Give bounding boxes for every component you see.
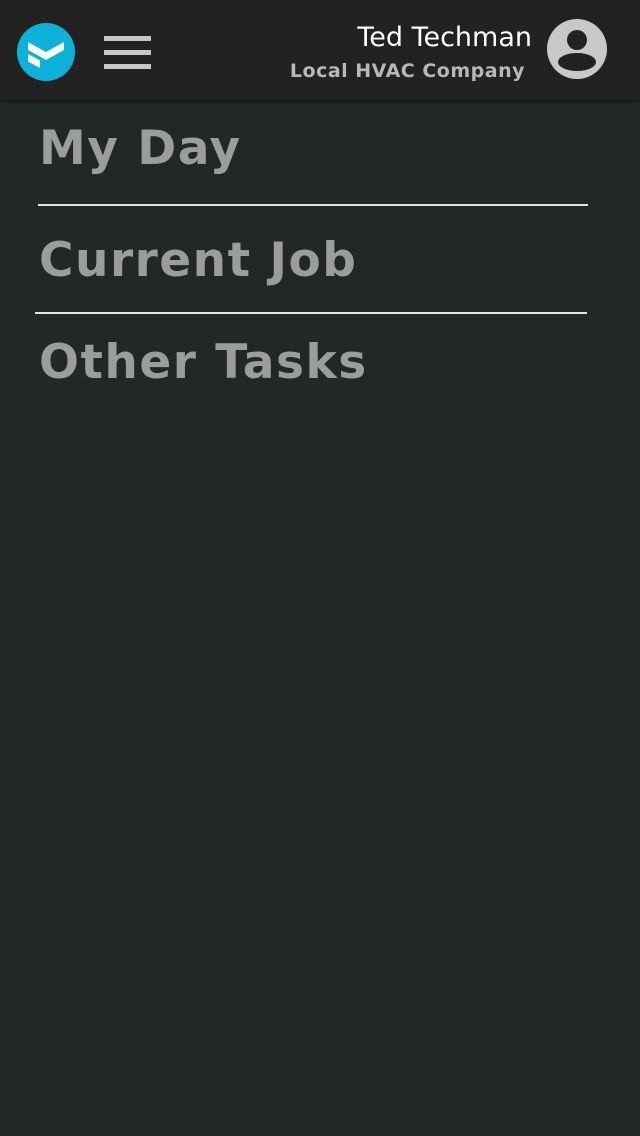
user-name: Ted Techman — [357, 22, 532, 53]
nav-item-my-day[interactable]: My Day — [39, 119, 242, 179]
brand-logo-icon[interactable] — [17, 23, 75, 81]
app-header: Ted Techman Local HVAC Company — [0, 0, 640, 100]
nav-item-current-job[interactable]: Current Job — [39, 231, 357, 291]
nav-divider — [38, 204, 588, 206]
hamburger-menu-icon[interactable] — [102, 34, 152, 72]
user-account-circle-icon[interactable] — [547, 19, 607, 79]
user-info[interactable]: Ted Techman Local HVAC Company — [290, 20, 532, 86]
nav-item-other-tasks[interactable]: Other Tasks — [39, 333, 368, 393]
company-name: Local HVAC Company — [289, 60, 525, 82]
nav-divider — [35, 312, 587, 314]
